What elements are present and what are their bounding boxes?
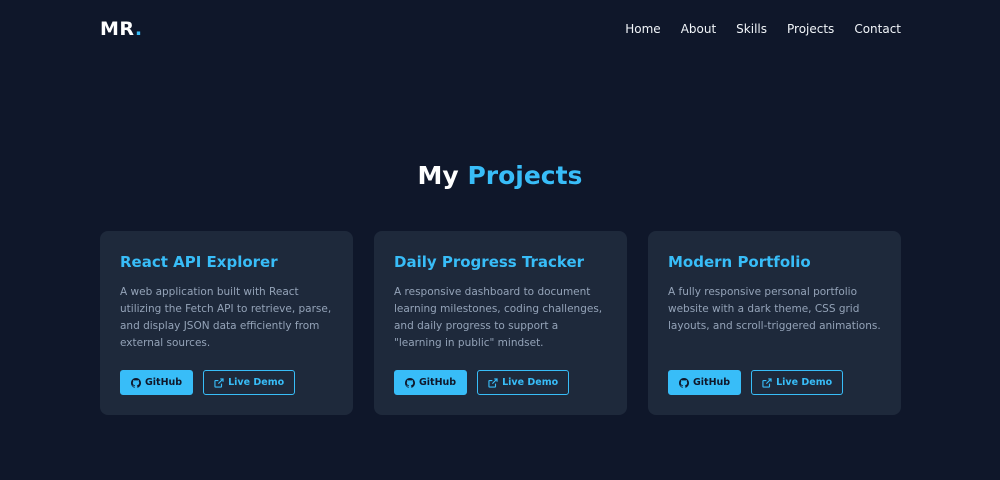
live-demo-label: Live Demo [776,377,833,388]
live-demo-button[interactable]: Live Demo [203,370,296,395]
project-card: Daily Progress Tracker A responsive dash… [374,231,627,415]
nav-link-contact[interactable]: Contact [854,22,901,36]
nav-link-skills[interactable]: Skills [736,22,767,36]
github-button[interactable]: GitHub [668,370,742,395]
github-button[interactable]: GitHub [394,370,468,395]
github-label: GitHub [145,377,183,388]
project-description: A fully responsive personal portfolio we… [668,286,881,332]
external-link-icon [762,377,772,388]
live-demo-button[interactable]: Live Demo [477,370,570,395]
project-actions: GitHub Live Demo [668,370,844,395]
live-demo-label: Live Demo [228,377,285,388]
github-button[interactable]: GitHub [120,370,194,395]
project-description: A web application built with React utili… [120,286,332,349]
project-title: Daily Progress Tracker [394,253,585,271]
github-label: GitHub [693,377,731,388]
logo-text: MR [100,18,135,40]
github-icon [131,377,141,388]
live-demo-button[interactable]: Live Demo [751,370,844,395]
github-icon [679,377,689,388]
logo-dot: . [134,18,143,40]
project-title: React API Explorer [120,253,278,271]
heading-accent: Projects [467,161,583,190]
project-card: Modern Portfolio A fully responsive pers… [648,231,901,415]
heading-main: My [417,161,459,190]
external-link-icon [214,377,224,388]
project-title: Modern Portfolio [668,253,811,271]
nav-link-projects[interactable]: Projects [787,22,834,36]
github-icon [405,377,415,388]
project-description: A responsive dashboard to document learn… [394,286,603,349]
external-link-icon [488,377,498,388]
projects-grid: React API Explorer A web application bui… [100,231,901,415]
project-actions: GitHub Live Demo [120,370,296,395]
github-label: GitHub [419,377,457,388]
live-demo-label: Live Demo [502,377,559,388]
project-card: React API Explorer A web application bui… [100,231,353,415]
logo[interactable]: MR. [100,18,143,40]
nav-link-about[interactable]: About [681,22,716,36]
section-heading: My Projects [0,161,1000,190]
nav-link-home[interactable]: Home [625,22,660,36]
nav-menu: Home About Skills Projects Contact [625,22,901,36]
project-actions: GitHub Live Demo [394,370,570,395]
top-nav: MR. Home About Skills Projects Contact [0,0,1000,58]
